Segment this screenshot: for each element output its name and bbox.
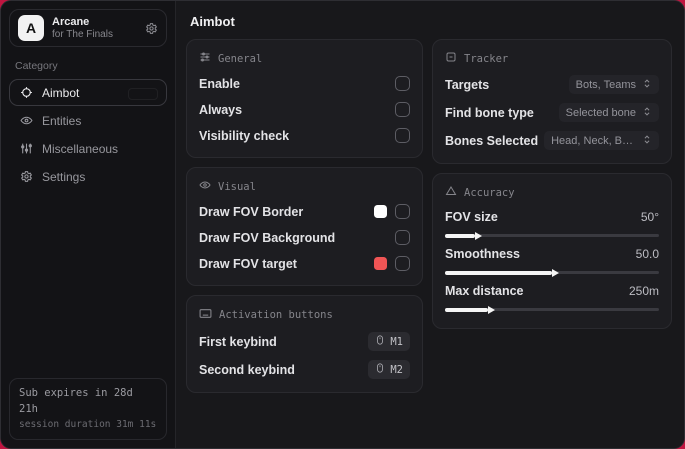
setting-row: Visibility check <box>199 127 410 144</box>
setting-row: Draw FOV Background <box>199 229 410 246</box>
keyboard-icon <box>199 307 212 323</box>
setting-row: Find bone type Selected bone <box>445 103 659 122</box>
panel-title: Activation buttons <box>219 309 333 321</box>
crosshair-icon <box>19 86 33 99</box>
setting-row: Draw FOV Border <box>199 203 410 220</box>
targets-dropdown[interactable]: Bots, Teams <box>568 75 659 94</box>
bones-selected-dropdown[interactable]: Head, Neck, Body, Pe... <box>544 131 659 150</box>
triangle-icon <box>445 185 457 200</box>
always-checkbox[interactable] <box>395 102 410 117</box>
setting-row: Targets Bots, Teams <box>445 75 659 94</box>
sidebar-item-entities[interactable]: Entities <box>9 107 167 134</box>
setting-row: Enable <box>199 75 410 92</box>
panel-title: Accuracy <box>464 186 515 199</box>
fov-target-checkbox[interactable] <box>395 256 410 271</box>
mouse-icon <box>375 362 385 377</box>
setting-row: Bones Selected Head, Neck, Body, Pe... <box>445 131 659 150</box>
app-logo: A <box>18 15 44 41</box>
setting-row: Draw FOV target <box>199 255 410 272</box>
page-title: Aimbot <box>190 14 235 29</box>
slider-thumb[interactable] <box>445 307 488 312</box>
entities-icon <box>19 114 33 127</box>
smoothness-slider[interactable] <box>445 270 659 275</box>
panel-activation-buttons: Activation buttons First keybind M1 Seco… <box>186 295 423 393</box>
app-window: A Arcane for The Finals Category Aimbot … <box>0 0 685 449</box>
sidebar-item-miscellaneous[interactable]: Miscellaneous <box>9 135 167 162</box>
fov-border-color-swatch[interactable] <box>374 205 387 218</box>
left-column: General Enable Always Visibility check V… <box>186 39 423 402</box>
gear-icon[interactable] <box>145 22 158 35</box>
session-duration-text: session duration 31m 11s <box>19 418 157 430</box>
first-keybind-button[interactable]: M1 <box>368 332 410 351</box>
right-column: Tracker Targets Bots, Teams Find bone ty… <box>432 39 672 402</box>
chevrons-up-down-icon <box>642 106 652 120</box>
visibility-check-checkbox[interactable] <box>395 128 410 143</box>
category-label: Category <box>15 60 58 72</box>
sidebar-item-label: Miscellaneous <box>42 141 119 156</box>
fov-size-value: 50° <box>640 210 659 224</box>
panel-title: Tracker <box>464 52 509 65</box>
panel-tracker: Tracker Targets Bots, Teams Find bone ty… <box>432 39 672 164</box>
box-minus-icon <box>445 51 457 66</box>
eye-icon <box>199 179 211 194</box>
fov-target-color-swatch[interactable] <box>374 257 387 270</box>
slider-thumb[interactable] <box>445 233 475 238</box>
sidebar: A Arcane for The Finals Category Aimbot … <box>1 1 176 448</box>
setting-row: Max distance 250m <box>445 284 659 312</box>
panel-visual: Visual Draw FOV Border Draw FOV Backgrou… <box>186 167 423 286</box>
setting-row: Always <box>199 101 410 118</box>
sub-expiry-text: Sub expires in 28d 21h <box>19 387 133 415</box>
setting-row: First keybind M1 <box>199 332 410 351</box>
main-content: Aimbot General Enable Always Visibility … <box>176 1 684 448</box>
sidebar-item-aimbot[interactable]: Aimbot <box>9 79 167 106</box>
sidebar-item-label: Aimbot <box>42 85 80 100</box>
panel-title: Visual <box>218 180 256 193</box>
fov-size-slider[interactable] <box>445 233 659 238</box>
brand-card: A Arcane for The Finals <box>9 9 167 47</box>
subscription-info-card: Sub expires in 28d 21h session duration … <box>9 378 167 440</box>
panel-title: General <box>218 52 263 65</box>
fov-border-checkbox[interactable] <box>395 204 410 219</box>
setting-row: Smoothness 50.0 <box>445 247 659 275</box>
fov-background-checkbox[interactable] <box>395 230 410 245</box>
slider-thumb[interactable] <box>445 270 552 275</box>
second-keybind-button[interactable]: M2 <box>368 360 410 379</box>
max-distance-slider[interactable] <box>445 307 659 312</box>
sliders-icon <box>19 142 33 155</box>
smoothness-value: 50.0 <box>635 247 659 261</box>
setting-row: FOV size 50° <box>445 210 659 238</box>
app-subtitle: for The Finals <box>52 28 113 40</box>
gear-icon <box>19 170 33 183</box>
sidebar-item-settings[interactable]: Settings <box>9 163 167 190</box>
chevrons-up-down-icon <box>642 134 652 148</box>
sliders-horizontal-icon <box>199 51 211 66</box>
mouse-icon <box>375 334 385 349</box>
setting-row: Second keybind M2 <box>199 360 410 379</box>
chevrons-up-down-icon <box>642 78 652 92</box>
app-name: Arcane <box>52 15 90 28</box>
enable-checkbox[interactable] <box>395 76 410 91</box>
max-distance-value: 250m <box>628 284 659 298</box>
sidebar-item-label: Settings <box>42 169 86 184</box>
panel-accuracy: Accuracy FOV size 50° Smoothness 50.0 Ma… <box>432 173 672 329</box>
find-bone-type-dropdown[interactable]: Selected bone <box>558 103 659 122</box>
panel-general: General Enable Always Visibility check <box>186 39 423 158</box>
sidebar-item-label: Entities <box>42 113 82 128</box>
hover-ghost-badge <box>128 88 158 100</box>
